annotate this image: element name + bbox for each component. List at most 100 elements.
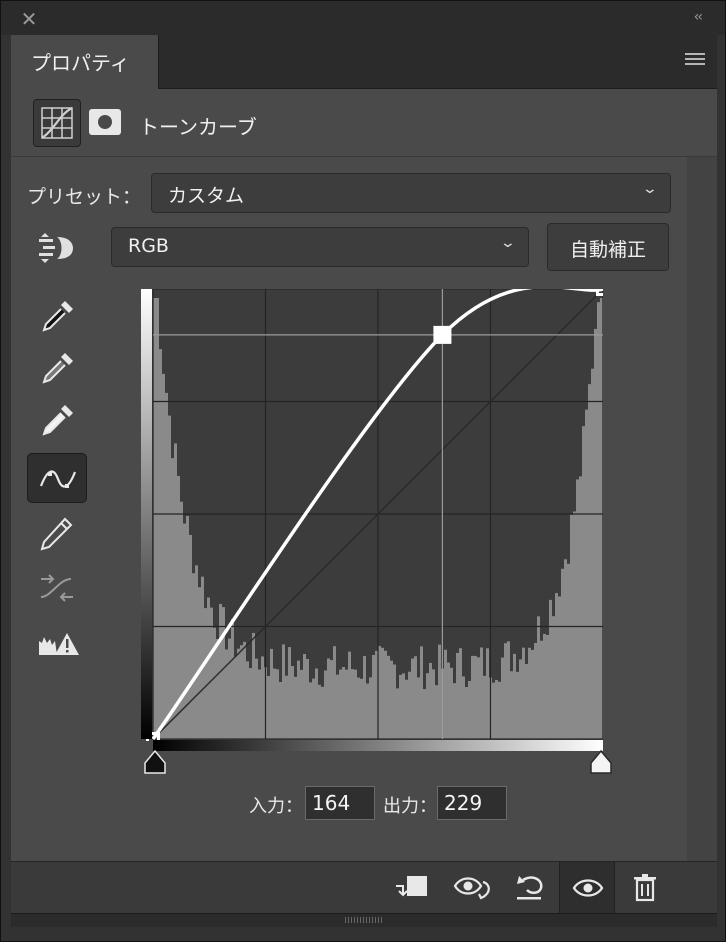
histogram-bar <box>276 669 279 739</box>
scrollbar[interactable] <box>687 157 717 861</box>
histogram-bar <box>360 678 363 739</box>
histogram-bar <box>300 669 303 739</box>
tool-sample-midtone[interactable] <box>27 343 87 393</box>
preset-dropdown[interactable]: カスタム ⌄ <box>151 173 671 213</box>
histogram-bar <box>390 660 393 739</box>
histogram-bar <box>171 458 174 739</box>
channel-dropdown[interactable]: RGB ⌄ <box>111 227 529 267</box>
histogram-bar <box>345 669 348 739</box>
histogram-bar <box>261 656 264 739</box>
input-gradient <box>153 741 603 751</box>
histogram-bar <box>156 298 159 739</box>
histogram-bar <box>294 676 297 739</box>
auto-button[interactable]: 自動補正 <box>547 223 669 271</box>
input-field[interactable]: 164 <box>305 786 375 820</box>
histogram-bar <box>402 673 405 739</box>
white-point-slider-icon[interactable] <box>589 749 613 775</box>
trash-icon <box>634 874 656 902</box>
histogram-bar <box>564 559 567 739</box>
histogram-bar <box>453 683 456 739</box>
histogram-bar <box>534 643 537 739</box>
output-gradient-bar <box>141 289 152 739</box>
black-point-slider-icon[interactable] <box>143 749 167 775</box>
curve-point-selected[interactable] <box>433 325 452 344</box>
histogram-bar <box>336 674 339 739</box>
histogram-bar <box>207 597 210 739</box>
histogram-bar <box>555 593 558 739</box>
collapse-panel-icon[interactable]: ‹‹ <box>694 9 703 25</box>
preset-label: プリセット： <box>27 186 142 208</box>
view-previous-state-icon <box>453 877 490 900</box>
tool-curve-points[interactable] <box>27 453 87 503</box>
tab-properties[interactable]: プロパティ <box>11 35 159 89</box>
panel-menu-icon[interactable] <box>685 53 705 67</box>
preset-value: カスタム <box>168 185 245 207</box>
tool-sample-highlight[interactable] <box>27 395 87 445</box>
histogram-bar <box>195 565 198 739</box>
channel-value: RGB <box>128 235 169 257</box>
histogram-bar <box>165 392 168 739</box>
histogram-bar <box>357 677 360 739</box>
tool-clipping-warning[interactable] <box>27 619 87 669</box>
histogram-bar <box>585 409 588 739</box>
histogram-bar <box>417 677 420 739</box>
histogram-bar <box>387 655 390 739</box>
histogram-bar <box>591 368 594 739</box>
histogram-bar <box>381 647 384 739</box>
clip-to-layer-button[interactable] <box>393 872 429 904</box>
resize-strip[interactable] <box>11 913 717 927</box>
close-icon[interactable]: ✕ <box>19 9 39 29</box>
histogram-bar <box>180 501 183 739</box>
histogram-bar <box>291 666 294 739</box>
histogram-bar <box>408 671 411 739</box>
histogram-bar <box>510 671 513 739</box>
histogram-bar <box>462 676 465 739</box>
histogram-bar <box>426 673 429 739</box>
histogram-bar <box>231 618 234 739</box>
histogram-bar <box>243 641 246 739</box>
histogram-bar <box>516 671 519 739</box>
tool-pencil[interactable] <box>27 509 87 559</box>
histogram-bar <box>456 652 459 739</box>
histogram-bar <box>372 654 375 739</box>
reset-button[interactable] <box>513 872 549 904</box>
histogram-bar <box>420 646 423 739</box>
histogram-bar <box>288 647 291 739</box>
chevron-down-icon: ⌄ <box>641 181 659 197</box>
delete-button[interactable] <box>629 872 665 904</box>
histogram-bar <box>330 660 333 739</box>
clipping-warning-icon <box>39 633 79 655</box>
histogram-bar <box>267 676 270 739</box>
histogram-bar <box>504 643 507 739</box>
histogram-bar <box>201 576 204 739</box>
visibility-button[interactable] <box>559 862 615 914</box>
tab-strip: プロパティ <box>11 35 717 89</box>
curves-adjustment-icon[interactable] <box>33 99 81 147</box>
histogram-bar <box>237 648 240 739</box>
histogram-bar <box>519 659 522 739</box>
histogram-bar <box>474 655 477 739</box>
view-previous-button[interactable] <box>453 872 490 904</box>
output-label: 出力： <box>383 796 437 817</box>
panel-footer <box>11 861 717 914</box>
target-adjustment-icon[interactable] <box>35 231 75 265</box>
histogram-bar <box>216 638 219 739</box>
tool-sample-shadow[interactable] <box>27 291 87 341</box>
visibility-eye-icon <box>572 879 604 897</box>
histogram-bar <box>354 669 357 739</box>
resize-grip-icon[interactable] <box>345 917 383 923</box>
layer-mask-icon[interactable] <box>89 109 121 135</box>
curve-graph[interactable] <box>141 289 603 741</box>
histogram-bar <box>339 669 342 739</box>
histogram-bar <box>477 657 480 739</box>
histogram-bar <box>198 587 201 739</box>
histogram-bar <box>351 669 354 739</box>
output-field[interactable]: 229 <box>437 786 507 820</box>
histogram-bar <box>597 302 600 739</box>
histogram-bar <box>285 675 288 739</box>
histogram-bar <box>429 662 432 739</box>
histogram-bar <box>498 681 501 739</box>
histogram-bar <box>423 689 426 739</box>
histogram-bar <box>306 658 309 739</box>
tool-smooth[interactable] <box>27 563 87 613</box>
